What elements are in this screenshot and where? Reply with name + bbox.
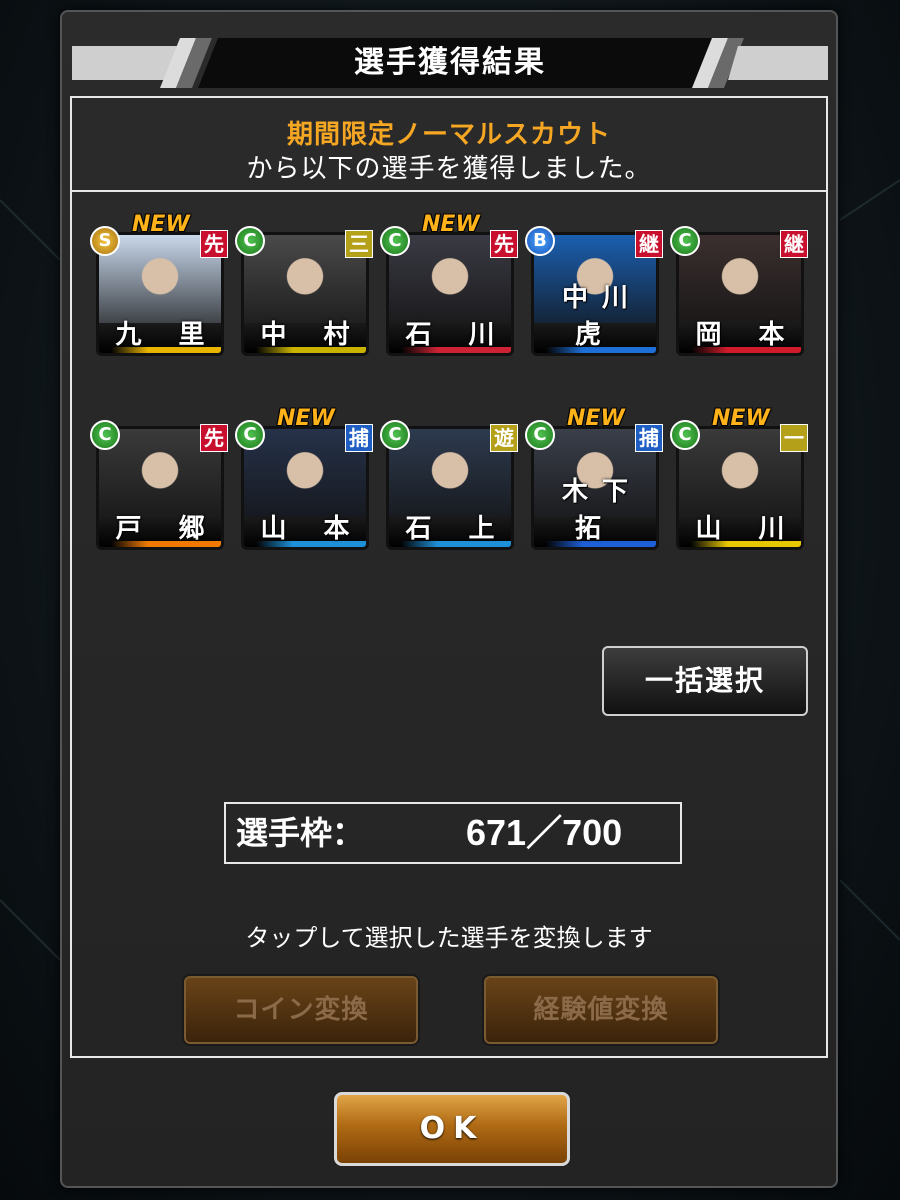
position-badge: 先 [200,424,228,452]
rank-badge: C [235,420,265,450]
position-badge: 一 [780,424,808,452]
divider [72,190,826,192]
new-badge: NEW [132,212,190,237]
result-panel: 期間限定ノーマルスカウト から以下の選手を獲得しました。 九 里 S NEW 先中 村… [70,96,828,1058]
position-badge: 先 [490,230,518,258]
player-card[interactable]: 岡 本 C 継 [670,222,808,362]
player-card[interactable]: 九 里 S NEW 先 [90,212,228,362]
bulk-select-button[interactable]: 一括選択 [602,646,808,716]
new-badge: NEW [567,406,625,431]
roster-slot-box: 選手枠： 671／700 [224,802,682,864]
player-card[interactable]: 石 川 C NEW 先 [380,212,518,362]
position-badge: 先 [200,230,228,258]
position-badge: 遊 [490,424,518,452]
player-name: 中 村 [260,320,364,350]
rank-badge: C [380,226,410,256]
player-card[interactable]: 山 川 C NEW 一 [670,406,808,556]
position-badge: 継 [635,230,663,258]
roster-slot-value: 671／700 [466,812,623,853]
rank-badge: C [670,226,700,256]
rank-badge: B [525,226,555,256]
player-name: 戸 郷 [115,514,219,544]
position-badge: 捕 [635,424,663,452]
dialog-title: 選手獲得結果 [354,45,546,80]
player-name: 九 里 [115,320,219,350]
position-badge: 継 [780,230,808,258]
new-badge: NEW [712,406,770,431]
conversion-hint: タップして選択した選手を変換します [245,924,653,952]
dialog-title-bar: 選手獲得結果 [72,34,828,92]
rank-badge: C [90,420,120,450]
result-dialog: 選手獲得結果 期間限定ノーマルスカウト から以下の選手を獲得しました。 九 里 S… [60,10,838,1188]
position-badge: 三 [345,230,373,258]
ok-button[interactable]: OK [334,1092,570,1166]
player-name: 石 上 [405,514,509,544]
roster-slot-label: 選手枠： [236,814,365,852]
coin-convert-button[interactable]: コイン変換 [182,974,420,1046]
player-card[interactable]: 木下拓 C NEW 捕 [525,406,663,556]
player-name: 木下拓 [561,477,642,544]
rank-badge: S [90,226,120,256]
rank-badge: C [525,420,555,450]
player-name: 石 川 [405,320,509,350]
scout-name: 期間限定ノーマルスカウト [286,120,611,150]
player-card[interactable]: 中 村 C 三 [235,222,373,362]
rank-badge: C [670,420,700,450]
exp-convert-button[interactable]: 経験値変換 [482,974,720,1046]
rank-badge: C [235,226,265,256]
player-name: 山 本 [260,514,364,544]
rank-badge: C [380,420,410,450]
player-name: 岡 本 [695,320,799,350]
player-card[interactable]: 戸 郷 C 先 [90,416,228,556]
player-card[interactable]: 中川虎 B 継 [525,222,663,362]
new-badge: NEW [422,212,480,237]
player-name: 中川虎 [561,283,642,350]
scout-message: から以下の選手を獲得しました。 [246,154,652,184]
new-badge: NEW [277,406,335,431]
player-card[interactable]: 山 本 C NEW 捕 [235,406,373,556]
player-card[interactable]: 石 上 C 遊 [380,416,518,556]
position-badge: 捕 [345,424,373,452]
player-name: 山 川 [695,514,799,544]
